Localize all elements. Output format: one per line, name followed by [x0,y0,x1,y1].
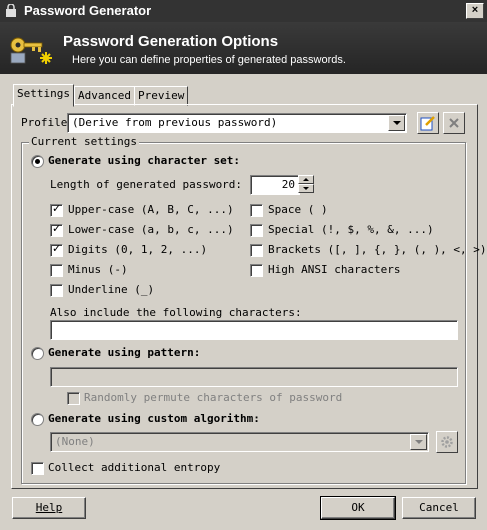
digits-checkbox[interactable]: ✓ [50,242,63,257]
minus-checkbox[interactable] [50,264,63,277]
length-label: Length of generated password: [50,178,243,191]
check-icon: ✓ [52,222,62,235]
space-label: Space ( ) [268,203,328,216]
brackets-checkbox[interactable] [250,244,263,257]
gear-icon [441,436,453,448]
charset-radio[interactable] [31,155,44,168]
entropy-label: Collect additional entropy [48,461,221,474]
edit-profile-icon [420,116,435,131]
also-include-label: Also include the following characters: [50,306,302,319]
current-settings-label: Current settings [29,135,139,148]
lowercase-checkbox[interactable]: ✓ [50,222,63,237]
uppercase-label: Upper-case (A, B, C, ...) [68,203,234,216]
custom-algorithm-select[interactable]: (None) [50,432,429,452]
title-bar: Password Generator × [0,0,487,22]
profile-select[interactable]: (Derive from previous password) [67,113,407,133]
underline-label: Underline (_) [68,283,155,296]
delete-profile-button[interactable] [443,112,465,134]
pattern-radio[interactable] [31,347,44,360]
save-profile-button[interactable] [417,112,439,134]
uppercase-checkbox[interactable]: ✓ [50,202,63,217]
delete-icon [449,118,459,128]
help-button[interactable]: Help [12,497,86,519]
cancel-button-label: Cancel [419,501,459,514]
high-ansi-label: High ANSI characters [268,263,401,276]
also-include-input[interactable] [50,320,458,340]
profile-select-value: (Derive from previous password) [72,116,278,129]
length-input[interactable]: 20 [250,175,300,195]
length-value: 20 [281,178,295,191]
permute-checkbox[interactable] [67,392,80,405]
header-title: Password Generation Options [63,33,279,50]
pattern-label: Generate using pattern: [48,346,201,359]
check-icon: ✓ [52,202,62,215]
cancel-button[interactable]: Cancel [402,497,476,519]
tab-advanced[interactable]: Advanced [74,86,135,106]
check-icon: ✓ [52,242,62,255]
special-label: Special (!, $, %, &, ...) [268,223,434,236]
window-title: Password Generator [24,3,152,18]
custom-radio[interactable] [31,413,44,426]
radio-dot [35,159,40,164]
length-stepper[interactable] [298,175,314,193]
tab-preview[interactable]: Preview [134,86,189,106]
key-generator-icon [10,37,52,64]
lowercase-label: Lower-case (a, b, c, ...) [68,223,234,236]
custom-label: Generate using custom algorithm: [48,412,260,425]
algorithm-options-button[interactable] [436,431,458,453]
chevron-down-icon[interactable] [388,115,405,131]
entropy-checkbox[interactable] [31,462,44,475]
header-banner: Password Generation Options Here you can… [0,22,487,74]
special-checkbox[interactable] [250,224,263,237]
charset-label: Generate using character set: [48,154,241,167]
help-button-label: Help [35,501,63,514]
permute-label: Randomly permute characters of password [84,391,343,404]
pattern-input[interactable] [50,367,458,387]
high-ansi-checkbox[interactable] [250,264,263,277]
underline-checkbox[interactable] [50,284,63,297]
lock-icon [6,4,16,17]
digits-label: Digits (0, 1, 2, ...) [68,243,208,256]
stepper-up-icon[interactable] [298,175,314,184]
close-button[interactable]: × [466,3,484,19]
space-checkbox[interactable] [250,204,263,217]
tab-settings[interactable]: Settings [13,84,74,107]
custom-algorithm-value: (None) [55,435,95,448]
stepper-down-icon[interactable] [298,184,314,193]
chevron-down-icon[interactable] [410,434,427,450]
minus-label: Minus (-) [68,263,128,276]
ok-button[interactable]: OK [320,496,396,520]
brackets-label: Brackets ([, ], {, }, (, ), <, >) [268,243,487,256]
header-subtitle: Here you can define properties of genera… [72,54,346,66]
ok-button-label: OK [351,501,365,514]
